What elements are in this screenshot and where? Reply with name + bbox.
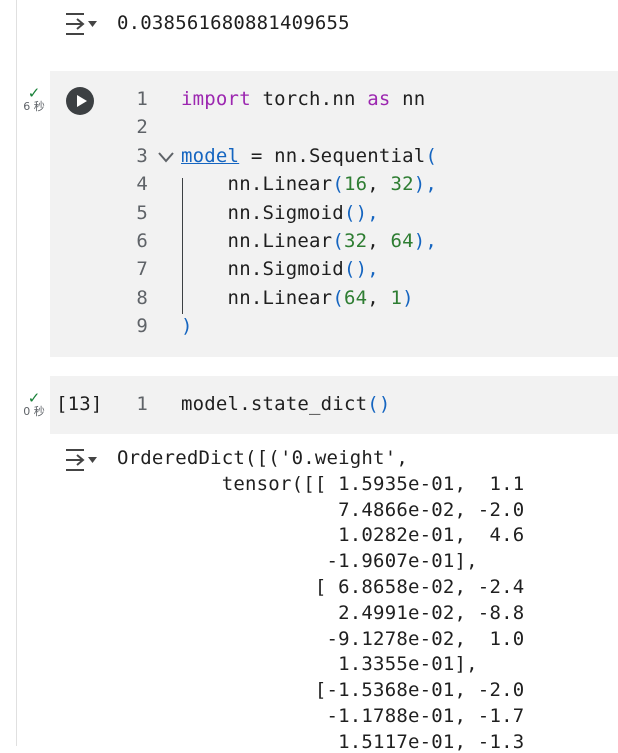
output-line: tensor([[ 1.5935e-01, 1.1 <box>117 472 525 495</box>
cell-status: ✓ 6 秒 <box>20 86 48 114</box>
code-token: ) <box>181 315 193 338</box>
line-number: 7 <box>136 258 148 281</box>
cell-status: ✓ 0 秒 <box>20 391 48 419</box>
code-token: model.state_dict <box>181 393 368 415</box>
line-number: 1 <box>136 88 148 110</box>
output-line: 1.3355e-01], <box>117 653 478 676</box>
line-number: 1 <box>136 393 148 415</box>
code-token: ( <box>332 230 344 252</box>
output-line: 1.0282e-01, 4.6 <box>117 524 525 547</box>
check-icon: ✓ <box>27 389 41 407</box>
code-token: 32 <box>343 230 368 252</box>
code-token: ( <box>332 286 344 309</box>
output-line: [-1.5368e-01, -2.0 <box>117 679 525 702</box>
code-line[interactable]: nn.Sigmoid(), <box>181 202 379 224</box>
code-token: 64 <box>390 230 414 252</box>
code-line[interactable]: nn.Linear(64, 1) <box>181 287 414 309</box>
exec-time: 0 秒 <box>23 405 45 418</box>
code-token: as <box>367 88 391 110</box>
output-toggle-icon[interactable] <box>64 11 98 37</box>
code-token: nn.Sigmoid <box>181 258 344 281</box>
line-number: 4 <box>136 173 148 196</box>
output-line: 1.5117e-01, -1.3 <box>117 730 525 753</box>
code-token: torch.nn <box>250 88 368 110</box>
code-token: , <box>367 230 391 252</box>
code-line[interactable]: nn.Linear(16, 32), <box>181 173 437 195</box>
code-token: , <box>367 286 391 309</box>
output-line: 2.4991e-02, -8.8 <box>117 601 525 624</box>
code-token: import <box>181 88 251 110</box>
code-token: ( <box>332 173 344 196</box>
output-value: 0.038561680881409655 <box>117 12 350 34</box>
code-token: 32 <box>390 173 414 196</box>
code-line[interactable]: model = nn.Sequential( <box>181 145 437 167</box>
code-token: ( <box>425 144 438 167</box>
output-toggle-icon[interactable] <box>64 447 98 473</box>
output-line: OrderedDict([('0.weight', <box>117 447 408 469</box>
output-line: [ 6.8658e-02, -2.4 <box>117 576 525 598</box>
code-token: nn <box>390 88 426 110</box>
code-token: () <box>367 393 391 415</box>
execution-count: [13] <box>56 393 103 415</box>
code-token: 16 <box>343 173 368 196</box>
output-line: 7.4866e-02, -2.0 <box>117 498 525 521</box>
code-line[interactable]: import torch.nn as nn <box>181 88 425 110</box>
code-token: ), <box>413 173 438 196</box>
line-number: 2 <box>136 116 148 139</box>
code-line[interactable]: ) <box>181 315 193 337</box>
check-icon: ✓ <box>27 84 41 102</box>
code-token: nn.Linear <box>181 286 333 309</box>
code-token: nn.Linear <box>181 230 333 252</box>
code-token: ), <box>413 230 438 252</box>
line-number: 5 <box>136 201 148 224</box>
code-token: nn.Linear <box>181 173 333 196</box>
line-number: 9 <box>136 315 148 338</box>
indent-guide <box>182 178 183 314</box>
code-line[interactable]: nn.Sigmoid(), <box>181 258 379 280</box>
output-line: -9.1278e-02, 1.0 <box>117 627 525 650</box>
code-token: model <box>181 144 240 167</box>
line-number: 8 <box>136 286 148 309</box>
code-token: , <box>367 173 391 196</box>
code-token: (), <box>343 258 379 281</box>
fold-chevron-icon[interactable] <box>157 150 175 164</box>
code-token: = nn.Sequential <box>239 144 426 167</box>
line-number: 3 <box>136 144 148 167</box>
code-token: nn.Sigmoid <box>181 201 344 224</box>
exec-time: 6 秒 <box>23 100 45 113</box>
output-line: -1.1788e-01, -1.7 <box>117 705 525 727</box>
code-token: 1 <box>390 286 403 309</box>
cell-gutter-divider <box>16 0 17 746</box>
code-line[interactable]: nn.Linear(32, 64), <box>181 230 437 252</box>
code-line[interactable]: model.state_dict() <box>181 393 391 415</box>
code-token: 64 <box>343 286 368 309</box>
run-cell-button[interactable] <box>66 87 94 115</box>
output-line: -1.9607e-01], <box>117 550 478 573</box>
code-token: (), <box>343 201 379 224</box>
line-number: 6 <box>136 230 148 252</box>
code-token: ) <box>402 286 414 309</box>
